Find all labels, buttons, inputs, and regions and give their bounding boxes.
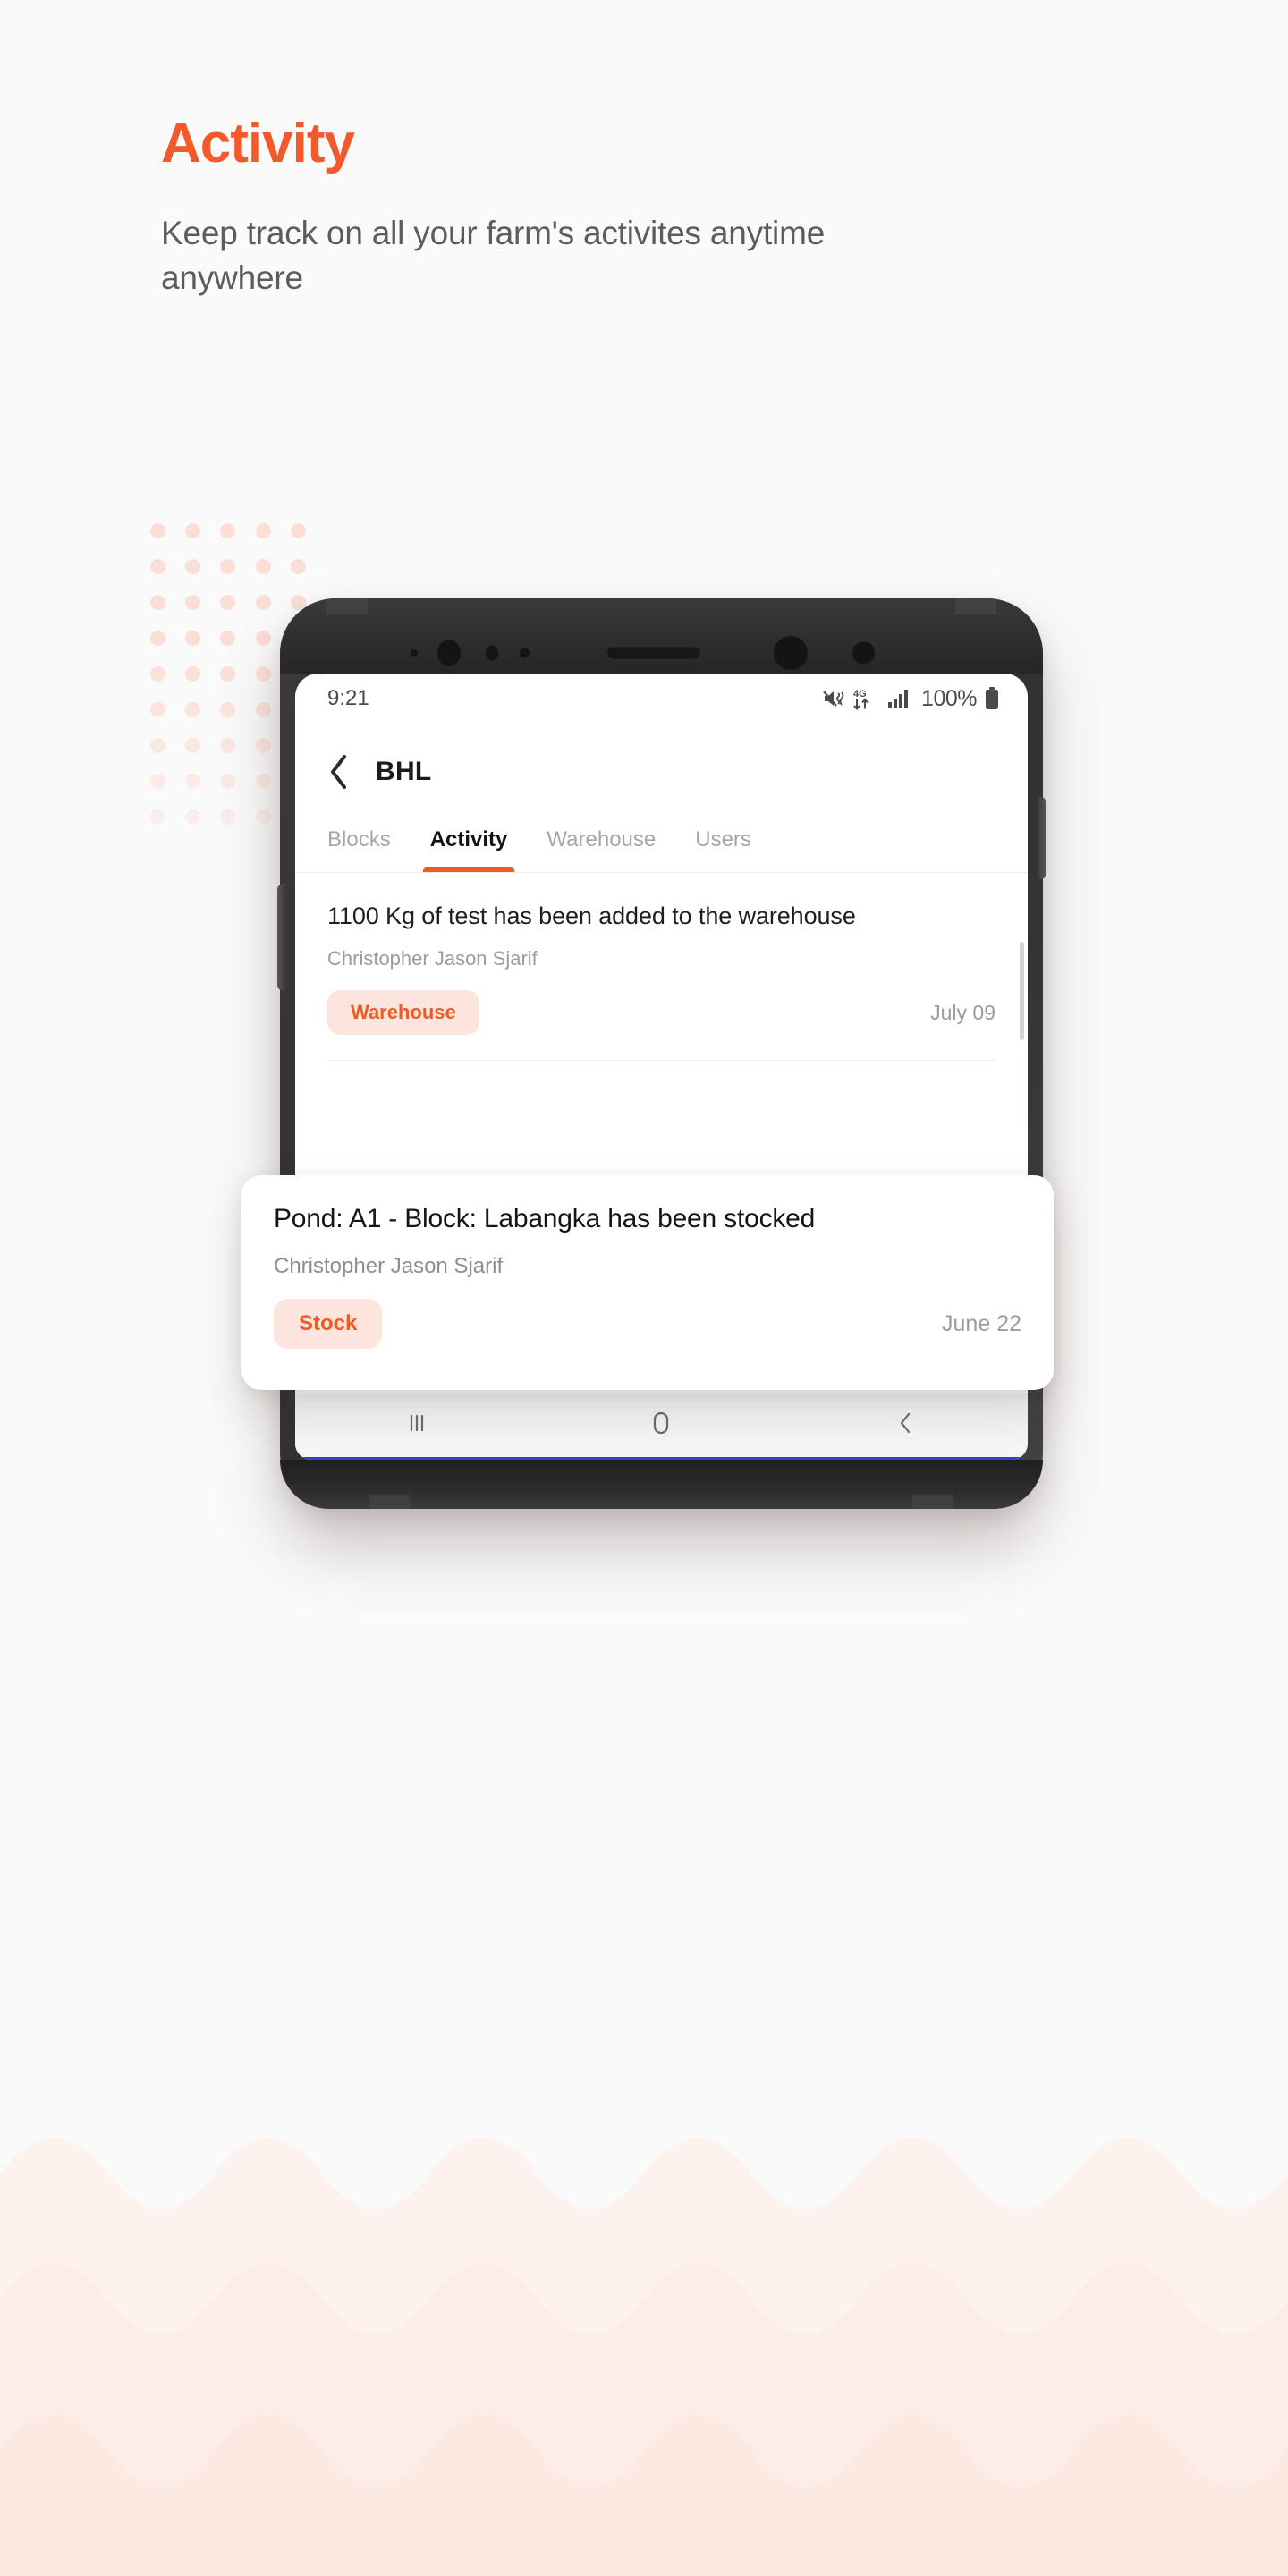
- antenna-band-right: [955, 598, 996, 614]
- highlighted-activity-chip[interactable]: Stock: [274, 1299, 383, 1349]
- back-icon: [894, 1410, 917, 1441]
- battery-percent-label: 100%: [921, 685, 977, 711]
- highlighted-activity-title: Pond: A1 - Block: Labangka has been stoc…: [274, 1204, 816, 1233]
- activity-chip[interactable]: Warehouse: [327, 990, 479, 1036]
- tab-users[interactable]: Users: [675, 827, 771, 872]
- android-nav-bar: [295, 1394, 1028, 1460]
- nav-back-button[interactable]: [784, 1410, 1028, 1441]
- activity-item[interactable]: 1100 Kg of test has been added to the wa…: [327, 873, 996, 1062]
- mute-icon: [822, 688, 845, 709]
- status-time: 9:21: [327, 686, 369, 710]
- antenna-band-left: [326, 598, 368, 614]
- home-icon: [648, 1409, 674, 1442]
- signal-bars-icon: [888, 689, 913, 708]
- tab-blocks[interactable]: Blocks: [327, 827, 411, 872]
- volume-button[interactable]: [277, 885, 285, 990]
- tab-activity[interactable]: Activity: [411, 827, 528, 872]
- nav-recents-button[interactable]: [295, 1410, 539, 1441]
- activity-user: Christopher Jason Sjarif: [327, 947, 538, 970]
- status-bar: 9:21 4G 100%: [295, 674, 1028, 724]
- highlighted-activity-date: June 22: [942, 1310, 1021, 1336]
- phone-top-bezel: [280, 598, 1043, 674]
- tertiary-sensor-icon: [852, 641, 875, 665]
- activity-date: July 09: [930, 1000, 996, 1024]
- page-subtitle: Keep track on all your farm's activites …: [161, 215, 826, 296]
- back-chevron-icon[interactable]: [327, 754, 351, 790]
- tab-bar: Blocks Activity Warehouse Users: [295, 817, 1028, 872]
- recents-icon: [403, 1410, 430, 1441]
- highlighted-activity-user: Christopher Jason Sjarif: [274, 1254, 504, 1278]
- activity-title: 1100 Kg of test has been added to the wa…: [327, 902, 856, 929]
- power-button[interactable]: [1038, 797, 1046, 879]
- tab-warehouse[interactable]: Warehouse: [527, 827, 675, 872]
- background-waves: [0, 2004, 1288, 2576]
- nav-home-button[interactable]: [539, 1409, 784, 1442]
- proximity-sensor-icon: [411, 649, 418, 657]
- phone-bottom-bezel: [280, 1460, 1043, 1509]
- light-sensor-icon: [520, 648, 530, 658]
- sensor-cluster: [280, 636, 1043, 670]
- front-camera-icon: [437, 640, 461, 666]
- content-scrollbar[interactable]: [1020, 942, 1024, 1040]
- secondary-camera-icon: [774, 636, 808, 670]
- earpiece-speaker: [607, 647, 700, 659]
- app-bar: BHL: [295, 724, 1028, 817]
- antenna-band-bottom-left: [369, 1495, 411, 1509]
- highlighted-activity-card[interactable]: Pond: A1 - Block: Labangka has been stoc…: [242, 1175, 1054, 1390]
- antenna-band-bottom-right: [912, 1495, 953, 1509]
- 4g-data-icon: 4G: [853, 687, 880, 710]
- battery-icon: [985, 687, 999, 710]
- page-title: Activity: [161, 113, 355, 174]
- app-bar-title: BHL: [376, 757, 432, 786]
- svg-text:4G: 4G: [853, 689, 867, 699]
- iris-sensor-icon: [486, 645, 498, 661]
- hero-block: Activity Keep track on all your farm's a…: [161, 116, 930, 300]
